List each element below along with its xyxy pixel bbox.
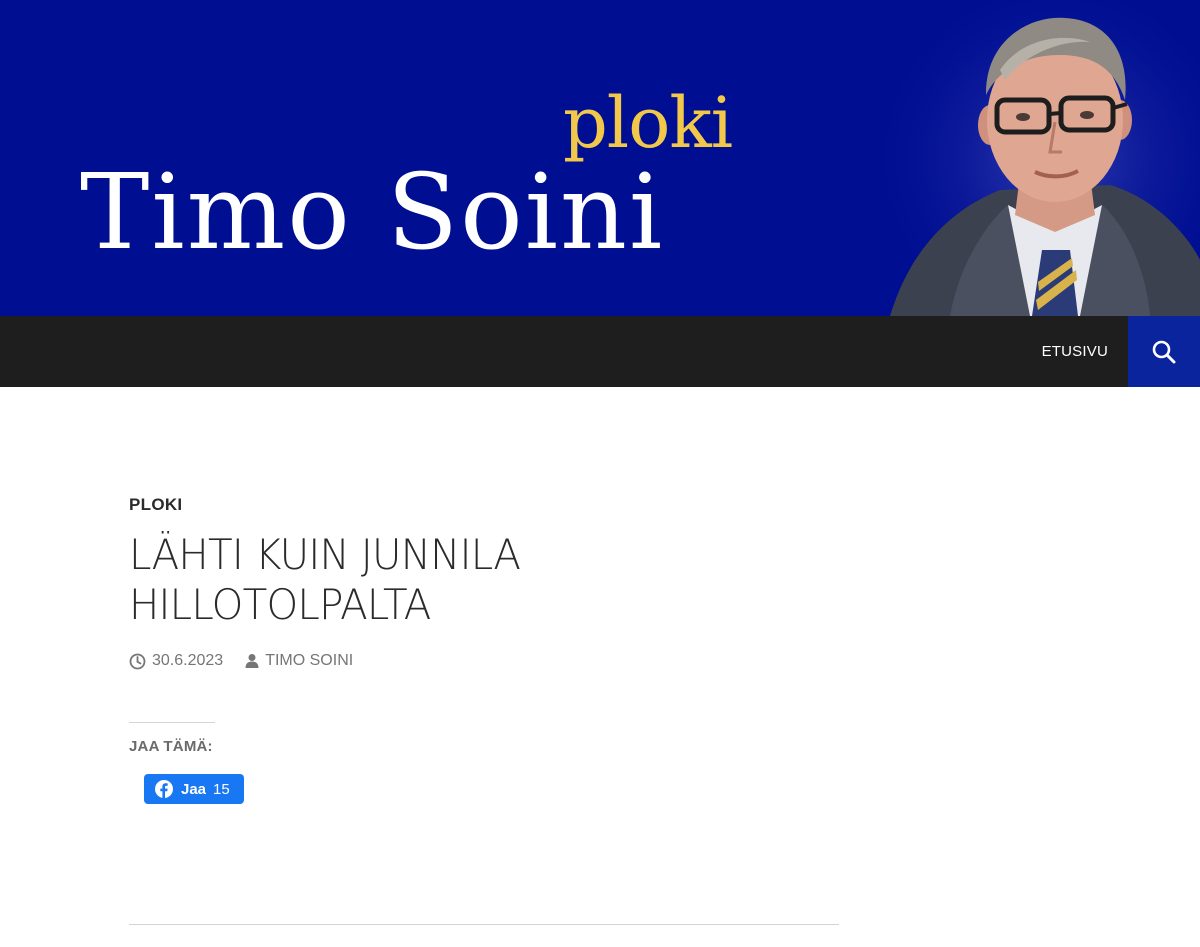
post-date-link[interactable]: 30.6.2023 bbox=[129, 652, 223, 670]
post-title: LÄHTI KUIN JUNNILA HILLOTOLPALTA bbox=[129, 530, 811, 630]
post-title-line-1: LÄHTI KUIN JUNNILA bbox=[129, 530, 521, 579]
post-author-link[interactable]: TIMO SOINI bbox=[245, 652, 353, 670]
facebook-share-button[interactable]: Jaa 15 bbox=[144, 774, 244, 804]
search-button[interactable] bbox=[1128, 316, 1200, 387]
post-article: PLOKI LÄHTI KUIN JUNNILA HILLOTOLPALTA 3… bbox=[129, 495, 839, 804]
share-divider bbox=[129, 722, 215, 723]
post-meta: 30.6.2023 TIMO SOINI bbox=[129, 652, 839, 670]
post-author: TIMO SOINI bbox=[265, 652, 354, 669]
post-date: 30.6.2023 bbox=[152, 652, 224, 669]
facebook-icon bbox=[155, 780, 173, 798]
post-category-link[interactable]: PLOKI bbox=[129, 495, 839, 515]
site-title: Timo Soini bbox=[80, 151, 665, 273]
site-header-banner[interactable]: ploki Timo Soini bbox=[0, 0, 1200, 316]
author-portrait bbox=[880, 0, 1200, 316]
post-title-line-2: HILLOTOLPALTA bbox=[129, 580, 431, 629]
site-subtitle-ploki: ploki bbox=[563, 82, 733, 164]
primary-navigation: ETUSIVU bbox=[0, 316, 1200, 387]
search-icon bbox=[1152, 340, 1176, 363]
share-heading: JAA TÄMÄ: bbox=[129, 738, 213, 755]
facebook-share-count: 15 bbox=[213, 780, 230, 798]
facebook-share-label: Jaa bbox=[181, 780, 207, 798]
clock-icon bbox=[129, 653, 146, 669]
post-footer-divider bbox=[129, 924, 839, 925]
nav-item-etusivu[interactable]: ETUSIVU bbox=[1042, 316, 1108, 387]
user-icon bbox=[245, 654, 259, 668]
